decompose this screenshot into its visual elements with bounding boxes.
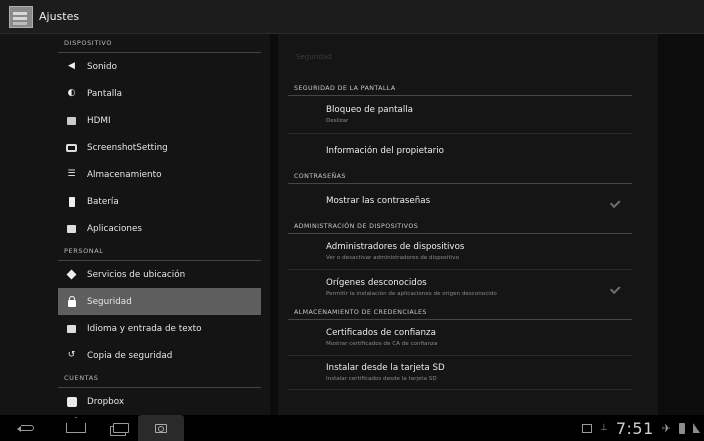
- pane-title: Seguridad: [296, 53, 332, 61]
- nav-item-label: Servicios de ubicación: [87, 269, 186, 280]
- app-title: Ajustes: [39, 10, 80, 23]
- section-header-personal: PERSONAL: [58, 242, 261, 261]
- setting-owner-info[interactable]: Información del propietario: [288, 134, 632, 168]
- home-icon[interactable]: [62, 415, 90, 441]
- backup-icon: ↺: [67, 350, 76, 360]
- nav-item-almacenamiento[interactable]: ☰ Almacenamiento: [58, 161, 261, 188]
- nav-item-label: Aplicaciones: [87, 223, 142, 234]
- nav-item-servicios-ubicacion[interactable]: Servicios de ubicación: [58, 261, 261, 288]
- setting-screen-lock[interactable]: Bloqueo de pantalla Deslizar: [288, 96, 632, 134]
- recent-apps-icon[interactable]: [108, 415, 134, 441]
- setting-summary: Instalar certificados desde la tarjeta S…: [326, 376, 437, 382]
- nav-item-copia-seguridad[interactable]: ↺ Copia de seguridad: [58, 342, 261, 369]
- nav-item-hdmi[interactable]: HDMI: [58, 107, 261, 134]
- gallery-notification-icon: [582, 423, 592, 433]
- nav-item-aplicaciones[interactable]: Aplicaciones: [58, 215, 261, 242]
- setting-title: Información del propietario: [326, 146, 444, 156]
- section-header-screen-security: SEGURIDAD DE LA PANTALLA: [288, 80, 632, 96]
- hdmi-icon: [66, 116, 77, 126]
- nav-item-label: Copia de seguridad: [87, 350, 173, 361]
- lock-icon: [66, 295, 77, 307]
- nav-item-screenshot-setting[interactable]: ScreenshotSetting: [58, 134, 261, 161]
- setting-trusted-credentials[interactable]: Certificados de confianza Mostrar certif…: [288, 320, 632, 356]
- screenshot-button[interactable]: [138, 415, 184, 441]
- brightness-icon: ◐: [67, 88, 76, 98]
- nav-item-bateria[interactable]: Batería: [58, 188, 261, 215]
- location-icon: [66, 269, 77, 280]
- language-icon: [66, 324, 77, 334]
- setting-install-from-sd[interactable]: Instalar desde la tarjeta SD Instalar ce…: [288, 356, 632, 390]
- action-bar: Ajustes: [0, 0, 704, 34]
- show-passwords-checkbox[interactable]: [608, 197, 618, 205]
- setting-summary: Deslizar: [326, 118, 349, 124]
- back-icon[interactable]: [14, 415, 40, 441]
- nav-item-idioma[interactable]: Idioma y entrada de texto: [58, 315, 261, 342]
- setting-title: Certificados de confianza: [326, 328, 436, 338]
- section-header-device: DISPOSITIVO: [58, 34, 261, 53]
- clock: 7:51: [615, 418, 654, 438]
- nav-item-dropbox[interactable]: Dropbox: [58, 388, 261, 415]
- section-header-credential-storage: ALMACENAMIENTO DE CREDENCIALES: [288, 304, 632, 320]
- section-header-accounts: CUENTAS: [58, 369, 261, 388]
- nav-item-label: Almacenamiento: [87, 169, 162, 180]
- setting-title: Administradores de dispositivos: [326, 242, 465, 252]
- setting-summary: Ver o desactivar administradores de disp…: [326, 255, 459, 261]
- system-bar: ⊥ 7:51 ✈: [0, 415, 704, 441]
- setting-show-passwords[interactable]: Mostrar las contraseñas: [288, 184, 632, 218]
- setting-unknown-sources[interactable]: Orígenes desconocidos Permitir la instal…: [288, 270, 632, 304]
- nav-item-label: Sonido: [87, 61, 117, 72]
- unknown-sources-checkbox[interactable]: [608, 283, 618, 291]
- setting-device-administrators[interactable]: Administradores de dispositivos Ver o de…: [288, 234, 632, 270]
- section-header-device-admin: ADMINISTRACIÓN DE DISPOSITIVOS: [288, 218, 632, 234]
- nav-item-label: Pantalla: [87, 88, 122, 99]
- nav-item-label: Seguridad: [87, 296, 132, 307]
- settings-headers-pane: DISPOSITIVO ◀ Sonido ◐ Pantalla HDMI Scr…: [0, 34, 270, 415]
- screenshot-icon: [155, 423, 167, 433]
- nav-item-seguridad[interactable]: Seguridad: [58, 288, 261, 315]
- status-area[interactable]: ⊥ 7:51 ✈: [582, 415, 704, 441]
- nav-item-label: HDMI: [87, 115, 111, 126]
- setting-title: Orígenes desconocidos: [326, 277, 427, 288]
- nav-item-label: Idioma y entrada de texto: [87, 323, 202, 334]
- setting-title: Bloqueo de pantalla: [326, 105, 413, 115]
- nav-item-label: ScreenshotSetting: [87, 142, 168, 153]
- right-margin: [658, 34, 704, 415]
- dropbox-icon: [66, 396, 77, 407]
- apps-icon: [66, 224, 77, 234]
- storage-icon: ☰: [67, 169, 76, 179]
- nav-item-label: Dropbox: [87, 396, 125, 407]
- settings-app-icon[interactable]: [9, 5, 33, 28]
- airplane-mode-icon: ✈: [661, 421, 671, 435]
- nav-item-label: Batería: [87, 196, 119, 207]
- setting-title: Mostrar las contraseñas: [326, 196, 431, 206]
- battery-icon: [66, 196, 77, 207]
- camera-icon: [66, 143, 77, 153]
- pane-divider: [270, 34, 278, 415]
- security-settings-pane[interactable]: Seguridad SEGURIDAD DE LA PANTALLA Bloqu…: [278, 34, 658, 415]
- nav-item-sonido[interactable]: ◀ Sonido: [58, 53, 261, 80]
- nav-item-pantalla[interactable]: ◐ Pantalla: [58, 80, 261, 107]
- usb-icon: ⊥: [600, 423, 608, 433]
- section-header-passwords: CONTRASEÑAS: [288, 168, 632, 184]
- setting-summary: Mostrar certificados de CA de confianza: [326, 341, 438, 347]
- speaker-icon: ◀: [68, 61, 75, 71]
- setting-summary: Permitir la instalación de aplicaciones …: [326, 290, 497, 297]
- battery-status-icon: [679, 422, 685, 434]
- signal-icon: [693, 423, 700, 433]
- setting-title: Instalar desde la tarjeta SD: [326, 363, 445, 373]
